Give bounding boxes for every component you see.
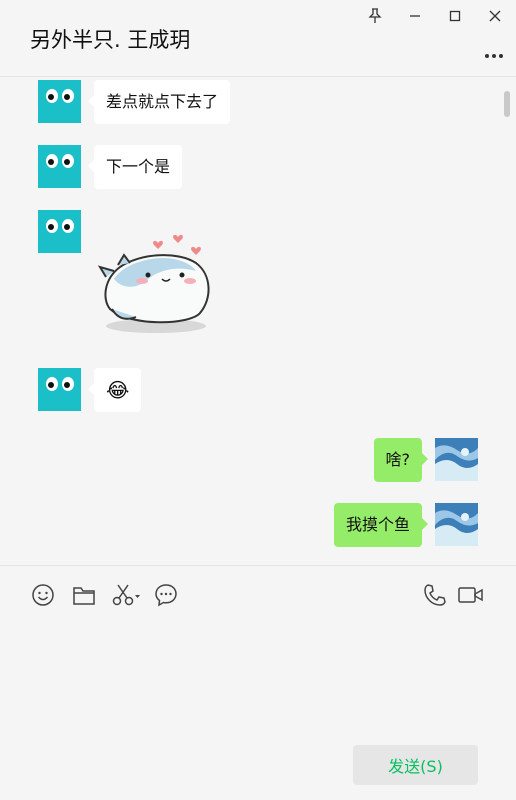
scrollbar[interactable] <box>504 91 510 117</box>
message-bubble-outgoing[interactable]: 啥? <box>373 438 428 482</box>
scissors-icon[interactable] <box>111 582 141 608</box>
chat-header: 另外半只. 王成玥 <box>0 0 516 77</box>
chat-title: 另外半只. 王成玥 <box>30 28 191 52</box>
more-icon[interactable] <box>484 44 504 63</box>
message-bubble-incoming[interactable]: 下一个是 <box>87 145 183 189</box>
message-list[interactable]: 差点就点下去了 下一个是 😂 啥? 我摸个鱼 <box>0 77 516 565</box>
message-bubble-incoming[interactable]: 差点就点下去了 <box>87 80 231 124</box>
send-button[interactable]: 发送(S) <box>353 745 478 785</box>
cute-shark-sticker[interactable] <box>96 229 216 339</box>
minimize-icon[interactable] <box>406 7 424 25</box>
emoji-icon[interactable] <box>30 582 56 608</box>
pin-icon[interactable] <box>366 7 384 25</box>
chat-history-icon[interactable] <box>153 582 179 608</box>
window-controls <box>366 6 504 26</box>
contact-avatar[interactable] <box>38 368 81 411</box>
phone-icon[interactable] <box>422 582 448 608</box>
contact-avatar[interactable] <box>38 145 81 188</box>
video-icon[interactable] <box>457 582 485 608</box>
emoji-bubble-incoming[interactable]: 😂 <box>87 368 142 412</box>
message-bubble-outgoing[interactable]: 我摸个鱼 <box>333 503 429 547</box>
folder-icon[interactable] <box>71 582 97 608</box>
contact-avatar[interactable] <box>38 80 81 123</box>
maximize-icon[interactable] <box>446 7 464 25</box>
close-icon[interactable] <box>486 7 504 25</box>
message-input[interactable] <box>30 626 486 726</box>
message-input-area[interactable] <box>0 626 516 736</box>
my-avatar[interactable] <box>435 503 478 546</box>
contact-avatar[interactable] <box>38 210 81 253</box>
my-avatar[interactable] <box>435 438 478 481</box>
input-toolbar <box>0 565 516 626</box>
